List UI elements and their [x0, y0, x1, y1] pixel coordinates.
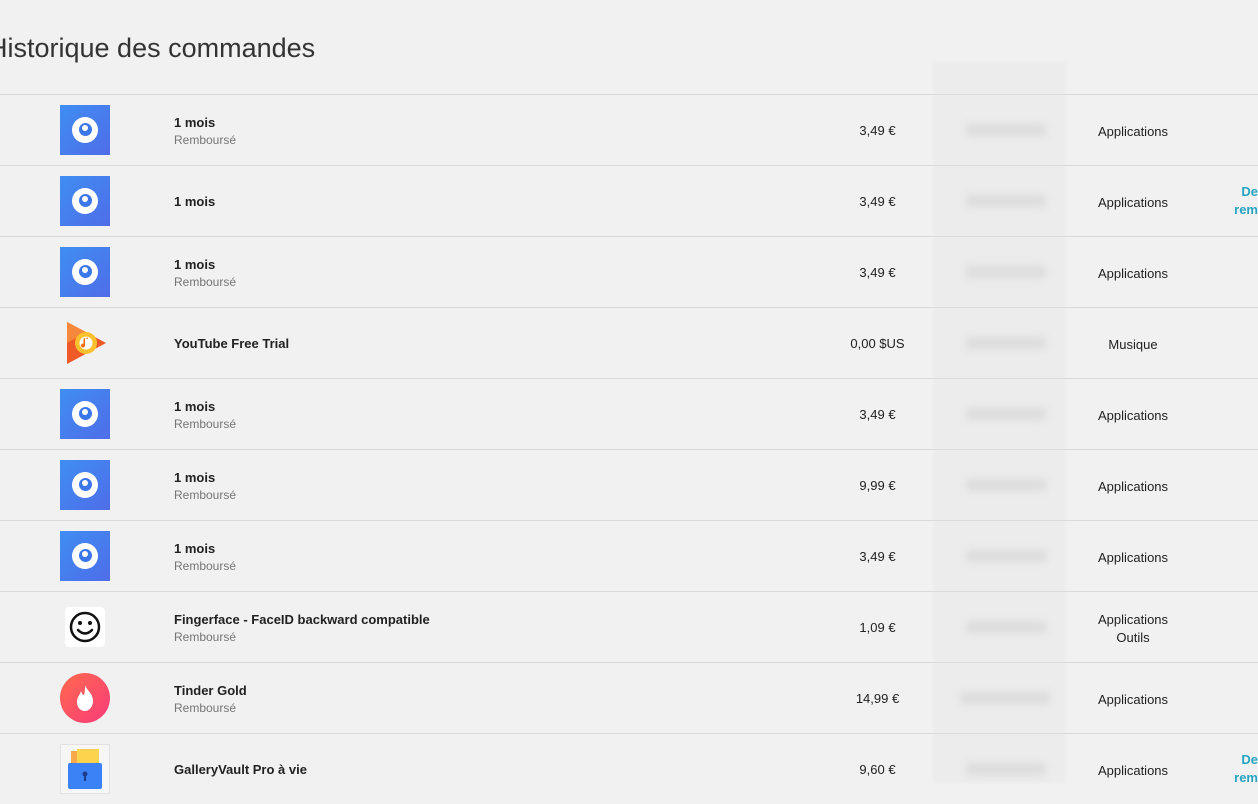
app-blue-icon	[60, 176, 110, 226]
action-line-1: De	[1241, 752, 1258, 767]
table-row: Tinder Gold Remboursé 14,99 € Applicatio…	[0, 662, 1258, 733]
category-line-1: Applications	[1097, 612, 1169, 627]
blurred-date	[966, 479, 1046, 491]
item-category: Applications	[1097, 266, 1169, 281]
blurred-date	[966, 195, 1046, 207]
blurred-date	[966, 763, 1046, 775]
item-status: Remboursé	[174, 701, 237, 715]
blurred-date	[966, 550, 1046, 562]
app-blue-icon	[60, 389, 110, 439]
item-status: Remboursé	[174, 275, 237, 289]
blurred-date	[966, 408, 1046, 420]
item-name: 1 mois	[174, 470, 216, 485]
item-name: 1 mois	[174, 194, 216, 209]
orders-table: 1 mois Remboursé 3,49 € Applications 1 m…	[0, 94, 1258, 804]
table-row: 1 mois Remboursé 3,49 € Applications	[0, 236, 1258, 307]
item-name: 1 mois	[174, 541, 216, 556]
item-price: 3,49 €	[859, 194, 896, 209]
table-row: 1 mois Remboursé 3,49 € Applications	[0, 378, 1258, 449]
table-row: GalleryVault Pro à vie 9,60 € Applicatio…	[0, 733, 1258, 804]
play-music-icon	[60, 318, 110, 368]
item-category: Applications	[1097, 479, 1169, 494]
smiley-face-icon	[65, 607, 105, 647]
blurred-date	[966, 621, 1046, 633]
item-name: GalleryVault Pro à vie	[174, 762, 307, 777]
table-row: 1 mois Remboursé 3,49 € Applications	[0, 520, 1258, 591]
action-line-1: De	[1241, 184, 1258, 199]
item-status: Remboursé	[174, 488, 237, 502]
item-price: 14,99 €	[855, 691, 900, 706]
app-blue-icon	[60, 531, 110, 581]
item-name: 1 mois	[174, 115, 216, 130]
table-row: 1 mois Remboursé 9,99 € Applications	[0, 449, 1258, 520]
app-blue-icon	[60, 460, 110, 510]
item-price: 3,49 €	[859, 407, 896, 422]
app-blue-icon	[60, 247, 110, 297]
item-status: Remboursé	[174, 133, 237, 147]
blurred-date	[966, 266, 1046, 278]
item-name: 1 mois	[174, 399, 216, 414]
item-category: Applications	[1097, 692, 1169, 707]
item-status: Remboursé	[174, 559, 237, 573]
item-name: Tinder Gold	[174, 683, 247, 698]
item-category: Applications	[1097, 408, 1169, 423]
item-price: 1,09 €	[859, 620, 896, 635]
app-blue-icon	[60, 105, 110, 155]
item-price: 9,60 €	[859, 762, 896, 777]
page-title: Historique des commandes	[0, 33, 316, 63]
blurred-date	[960, 692, 1050, 704]
item-name: Fingerface - FaceID backward compatible	[174, 612, 430, 627]
tinder-flame-icon	[60, 673, 110, 723]
item-price: 3,49 €	[859, 123, 896, 138]
table-row: YouTube Free Trial 0,00 $US Musique	[0, 307, 1258, 378]
item-status: Remboursé	[174, 417, 237, 431]
action-line-2: rem	[1234, 202, 1258, 217]
table-row: 1 mois 3,49 € Applications De rem	[0, 165, 1258, 236]
item-name: YouTube Free Trial	[174, 336, 290, 351]
item-status: Remboursé	[174, 630, 237, 644]
blurred-date	[966, 124, 1046, 136]
item-category: Applications	[1097, 763, 1169, 778]
item-category: Musique	[1108, 337, 1158, 352]
item-category: Applications	[1097, 550, 1169, 565]
item-category: Applications Outils	[1068, 611, 1198, 647]
item-price: 3,49 €	[859, 549, 896, 564]
item-category: Applications	[1097, 195, 1169, 210]
item-price: 3,49 €	[859, 265, 896, 280]
category-line-2: Outils	[1116, 630, 1150, 645]
gallery-vault-icon	[60, 744, 110, 794]
item-price: 0,00 $US	[850, 336, 905, 351]
action-line-2: rem	[1234, 770, 1258, 785]
refund-request-link[interactable]: De rem	[1200, 183, 1258, 219]
item-name: 1 mois	[174, 257, 216, 272]
refund-request-link[interactable]: De rem	[1200, 751, 1258, 787]
table-row: Fingerface - FaceID backward compatible …	[0, 591, 1258, 662]
item-price: 9,99 €	[859, 478, 896, 493]
item-category: Applications	[1097, 124, 1169, 139]
table-row: 1 mois Remboursé 3,49 € Applications	[0, 94, 1258, 165]
blurred-date	[966, 337, 1046, 349]
